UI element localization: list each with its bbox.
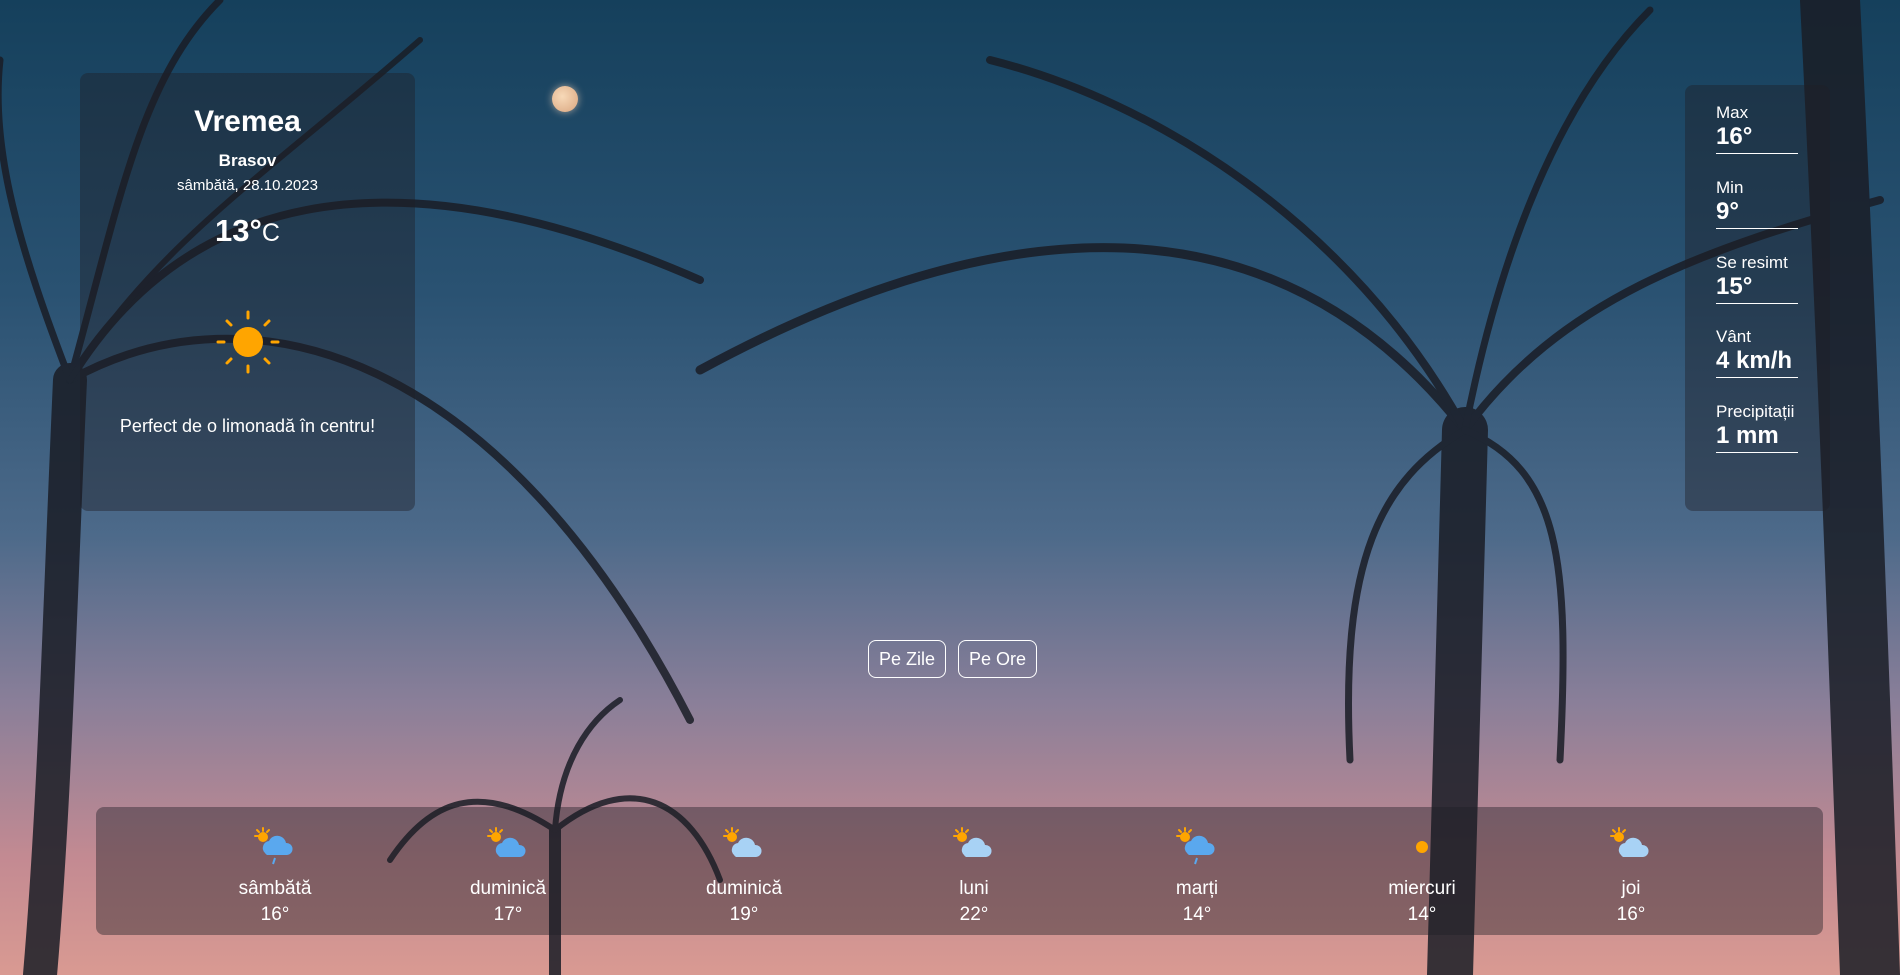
sun-cloud-icon <box>953 827 992 857</box>
current-weather-panel: Vremea Brasov sâmbătă, 28.10.2023 13°C P… <box>80 73 415 511</box>
details-panel: Max 16° Min 9° Se resimt 15° Vânt 4 km/h… <box>1685 85 1830 511</box>
stat-value: 15° <box>1716 273 1753 300</box>
days-toggle-button[interactable]: Pe Zile <box>868 640 946 678</box>
forecast-day-name: marți <box>1175 878 1219 899</box>
forecast-day-name: sâmbătă <box>238 878 312 899</box>
sun-icon <box>1416 841 1428 853</box>
stat-max: Max 16° <box>1716 103 1798 154</box>
forecast-temp: 16° <box>260 904 290 925</box>
forecast-day-name: luni <box>959 878 989 899</box>
stat-precipitation: Precipitații 1 mm <box>1716 402 1798 453</box>
forecast-panel: sâmbătă 16° duminică 17° duminică 19° lu… <box>96 807 1823 935</box>
stat-value: 16° <box>1716 123 1753 150</box>
hours-toggle-button[interactable]: Pe Ore <box>958 640 1037 678</box>
forecast-day-name: joi <box>1621 878 1641 899</box>
forecast-day-name: miercuri <box>1388 878 1456 899</box>
temperature-value: 13° <box>215 213 262 248</box>
forecast-temp: 22° <box>959 904 989 925</box>
sun-cloud-rain-icon <box>1176 827 1215 865</box>
current-date: sâmbătă, 28.10.2023 <box>177 177 318 194</box>
stat-value: 9° <box>1716 198 1739 225</box>
stat-label: Vânt <box>1716 327 1751 346</box>
current-temperature: 13°C <box>80 213 415 249</box>
stat-value: 1 mm <box>1716 422 1779 449</box>
weather-message: Perfect de o limonadă în centru! <box>119 416 376 436</box>
forecast-day-name: duminică <box>469 878 547 899</box>
sun-cloud-icon <box>487 827 526 857</box>
stat-label: Precipitații <box>1716 402 1795 421</box>
stat-min: Min 9° <box>1716 178 1798 229</box>
forecast-temp: 19° <box>729 904 759 925</box>
forecast-temp: 16° <box>1616 904 1646 925</box>
stat-wind: Vânt 4 km/h <box>1716 327 1798 378</box>
stat-label: Se resimt <box>1716 253 1788 272</box>
sun-icon <box>216 310 280 374</box>
city-name: Brasov <box>218 151 277 170</box>
forecast-temp: 17° <box>493 904 523 925</box>
temperature-unit: C <box>261 219 280 247</box>
sun-cloud-rain-icon <box>254 827 293 865</box>
forecast-temp: 14° <box>1182 904 1212 925</box>
forecast-day-name: duminică <box>705 878 783 899</box>
stat-label: Max <box>1716 103 1749 122</box>
page-title: Vremea <box>194 105 301 138</box>
stat-feels-like: Se resimt 15° <box>1716 253 1798 304</box>
sun-cloud-icon <box>1610 827 1649 857</box>
moon-image <box>552 86 578 112</box>
stat-label: Min <box>1716 178 1744 197</box>
forecast-temp: 14° <box>1407 904 1437 925</box>
stat-value: 4 km/h <box>1716 347 1793 374</box>
sun-cloud-icon <box>723 827 762 857</box>
